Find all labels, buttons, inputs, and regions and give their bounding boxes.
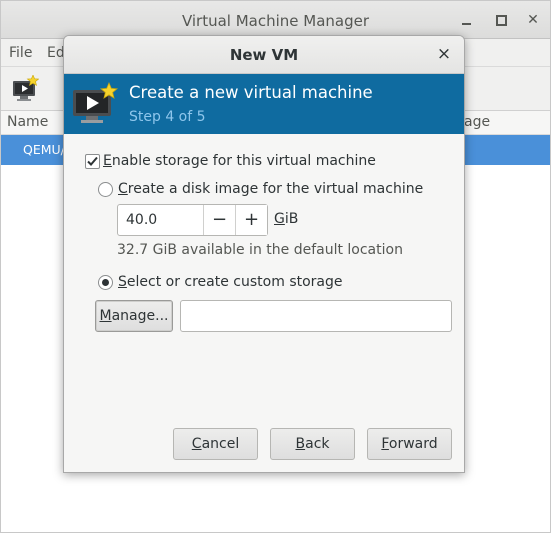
available-space-text: 32.7 GiB available in the default locati… (117, 242, 403, 258)
back-button[interactable]: Back (270, 428, 355, 460)
dialog-titlebar: New VM × (64, 36, 464, 74)
column-name[interactable]: Name (7, 114, 48, 130)
main-titlebar: Virtual Machine Manager ✕ (1, 1, 550, 39)
disk-size-unit: GiB (274, 211, 299, 227)
wizard-step: Step 4 of 5 (129, 109, 206, 125)
wizard-banner: Create a new virtual machine Step 4 of 5 (64, 74, 464, 134)
disk-image-label[interactable]: Create a disk image for the virtual mach… (118, 181, 423, 197)
increment-button[interactable]: + (235, 205, 267, 235)
decrement-button[interactable]: − (203, 205, 235, 235)
disk-size-stepper[interactable]: 40.0 − + (117, 204, 268, 236)
wizard-title: Create a new virtual machine (129, 83, 373, 102)
virtual-machine-icon (71, 81, 119, 129)
manage-button[interactable]: Manage... (95, 300, 173, 332)
new-vm-icon[interactable] (11, 74, 40, 103)
enable-storage-label[interactable]: Enable storage for this virtual machine (103, 153, 376, 169)
menu-file[interactable]: File (9, 45, 32, 61)
custom-storage-radio[interactable] (98, 275, 113, 290)
minimize-icon[interactable] (457, 10, 477, 30)
disk-size-value[interactable]: 40.0 (126, 212, 157, 228)
custom-storage-label[interactable]: Select or create custom storage (118, 274, 343, 290)
close-icon[interactable]: × (434, 44, 454, 64)
column-usage[interactable]: age (464, 114, 490, 130)
disk-image-radio[interactable] (98, 182, 113, 197)
enable-storage-checkbox[interactable] (85, 154, 100, 169)
dialog-title: New VM (229, 46, 299, 64)
forward-button[interactable]: Forward (367, 428, 452, 460)
checkmark-icon (87, 156, 98, 166)
maximize-icon[interactable] (491, 10, 511, 30)
cancel-button[interactable]: Cancel (173, 428, 258, 460)
storage-path-input[interactable] (180, 300, 452, 332)
new-vm-dialog: New VM × Create a new virtual machine St… (63, 35, 465, 473)
close-window-icon[interactable]: ✕ (523, 10, 543, 30)
